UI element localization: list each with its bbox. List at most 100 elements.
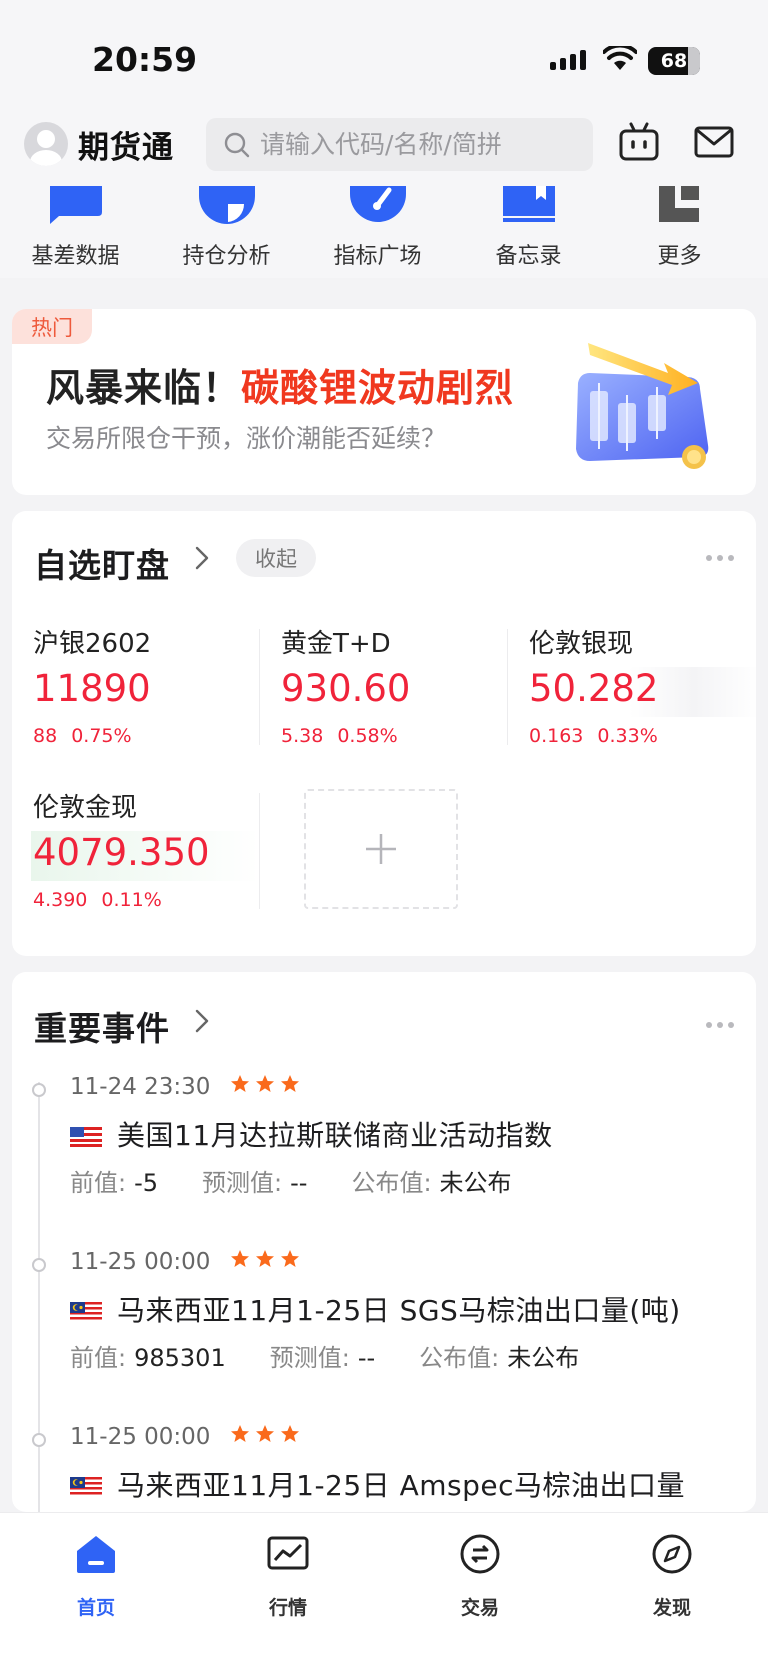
pie-chart-icon xyxy=(198,186,255,224)
event-values: 前值: 985301 预测值: -- 公布值: 未公布 xyxy=(70,1338,579,1373)
quote-price: 50.282 xyxy=(529,667,659,710)
chevron-right-icon[interactable] xyxy=(194,545,210,571)
event-item[interactable]: 11-25 00:00 马来西亚11月1-25日 Amspec马棕油出口量 xyxy=(12,1424,756,1512)
banner-subtitle: 交易所限仓干预，涨价潮能否延续？ xyxy=(46,424,447,453)
event-title: 美国11月达拉斯联储商业活动指数 xyxy=(117,1119,553,1152)
importance-stars xyxy=(230,1249,300,1269)
quote-change: 4.390 0.11% xyxy=(33,889,162,911)
home-icon xyxy=(77,1536,115,1573)
events-card: 重要事件 11-24 23:30 美国11月达拉斯联储商业活动指数 前值: -5 … xyxy=(12,972,756,1512)
change-value: 88 xyxy=(33,725,58,747)
prev-value-group: 前值: 985301 xyxy=(70,1338,226,1373)
quote-price: 11890 xyxy=(33,667,151,710)
watchlist-card: 自选盯盘 收起 沪银2602 11890 88 0.75% 黄金T+D 930.6… xyxy=(12,511,759,956)
star-icon xyxy=(256,1250,274,1267)
compass-icon xyxy=(652,1534,692,1574)
status-time: 20:59 xyxy=(92,40,198,79)
more-options-icon[interactable] xyxy=(706,555,734,561)
events-title[interactable]: 重要事件 xyxy=(34,1002,170,1050)
shortcut-indicator-square[interactable]: 指标广场 xyxy=(302,186,453,278)
more-grid-icon xyxy=(658,186,699,222)
tab-label: 首页 xyxy=(76,1597,115,1619)
star-icon xyxy=(231,1075,249,1092)
divider xyxy=(259,793,260,909)
tab-home[interactable]: 首页 xyxy=(0,1513,192,1670)
quote-price: 930.60 xyxy=(281,667,411,710)
star-icon xyxy=(281,1250,299,1267)
star-icon xyxy=(231,1250,249,1267)
star-icon xyxy=(256,1075,274,1092)
shortcut-label: 备忘录 xyxy=(495,244,562,269)
value: -5 xyxy=(134,1169,159,1197)
tab-trade[interactable]: 交易 xyxy=(384,1513,576,1670)
label: 预测值: xyxy=(202,1169,283,1197)
cellular-signal-icon xyxy=(550,50,586,70)
event-title: 马来西亚11月1-25日 Amspec马棕油出口量 xyxy=(117,1469,685,1502)
headline-highlight: 碳酸锂波动剧烈 xyxy=(241,366,515,410)
event-values: 前值: -5 预测值: -- 公布值: 未公布 xyxy=(70,1163,512,1198)
shortcut-row: 基差数据 持仓分析 指标广场 备忘录 更多 xyxy=(0,186,768,278)
event-item[interactable]: 11-24 23:30 美国11月达拉斯联储商业活动指数 前值: -5 预测值: -… xyxy=(12,1074,756,1244)
malaysia-flag-icon xyxy=(70,1477,102,1497)
shortcut-basis-data[interactable]: 基差数据 xyxy=(0,186,151,278)
event-time: 11-25 00:00 xyxy=(70,1424,211,1450)
prev-value-group: 前值: -5 xyxy=(70,1163,158,1198)
more-options-icon[interactable] xyxy=(706,1022,734,1028)
change-percent: 0.75% xyxy=(71,725,132,747)
search-box[interactable] xyxy=(206,118,593,171)
quote-gold-td[interactable]: 黄金T+D 930.60 5.38 0.58% xyxy=(281,623,513,753)
label: 预测值: xyxy=(269,1344,350,1372)
add-quote-button[interactable] xyxy=(304,789,458,909)
shortcut-more[interactable]: 更多 xyxy=(604,186,755,278)
change-percent: 0.58% xyxy=(337,725,398,747)
change-percent: 0.33% xyxy=(597,725,658,747)
hot-badge: 热门 xyxy=(12,309,92,344)
mail-icon[interactable] xyxy=(694,126,734,158)
quote-london-gold[interactable]: 伦敦金现 4079.350 4.390 0.11% xyxy=(31,787,265,917)
search-icon xyxy=(224,132,250,157)
robot-assistant-icon[interactable] xyxy=(618,122,660,162)
actual-value-group: 公布值: 未公布 xyxy=(351,1163,511,1198)
avatar[interactable] xyxy=(24,122,68,166)
tab-discover[interactable]: 发现 xyxy=(576,1513,768,1670)
importance-stars xyxy=(230,1074,300,1094)
candlestick-chart-illustration-icon xyxy=(576,343,709,469)
tab-market[interactable]: 行情 xyxy=(192,1513,384,1670)
value: -- xyxy=(357,1344,376,1372)
timeline-node xyxy=(32,1083,46,1097)
actual-value-group: 公布值: 未公布 xyxy=(419,1338,579,1373)
forecast-value-group: 预测值: -- xyxy=(270,1338,375,1373)
quote-change: 5.38 0.58% xyxy=(281,725,398,747)
label: 公布值: xyxy=(419,1344,500,1372)
malaysia-flag-icon xyxy=(70,1302,102,1322)
app-name: 期货通 xyxy=(78,130,174,166)
promo-banner[interactable]: 热门 风暴来临！碳酸锂波动剧烈 交易所限仓干预，涨价潮能否延续？ xyxy=(12,309,756,495)
quote-london-silver[interactable]: 伦敦银现 50.282 0.163 0.33% xyxy=(529,623,761,753)
search-input[interactable] xyxy=(260,130,570,159)
collapse-button[interactable]: 收起 xyxy=(236,539,316,577)
us-flag-icon xyxy=(70,1127,102,1147)
shortcut-position-analysis[interactable]: 持仓分析 xyxy=(151,186,302,278)
quote-name: 黄金T+D xyxy=(281,629,391,659)
watchlist-title[interactable]: 自选盯盘 xyxy=(34,539,170,587)
battery-level: 68 xyxy=(660,50,688,72)
shortcut-memo[interactable]: 备忘录 xyxy=(453,186,604,278)
quote-silver-2602[interactable]: 沪银2602 11890 88 0.75% xyxy=(33,623,265,753)
quote-name: 伦敦金现 xyxy=(33,793,138,823)
forecast-value-group: 预测值: -- xyxy=(202,1163,307,1198)
quote-name: 伦敦银现 xyxy=(529,629,634,659)
event-item[interactable]: 11-25 00:00 马来西亚11月1-25日 SGS马棕油出口量(吨) 前值… xyxy=(12,1249,756,1419)
status-bar: 20:59 68 xyxy=(0,0,768,118)
star-icon xyxy=(231,1425,249,1442)
chat-square-icon xyxy=(49,186,102,224)
chevron-right-icon[interactable] xyxy=(194,1008,210,1034)
bookmark-book-icon xyxy=(502,186,555,222)
wifi-icon xyxy=(603,46,637,70)
timeline-node xyxy=(32,1433,46,1447)
value: 未公布 xyxy=(507,1344,580,1372)
quote-name: 沪银2602 xyxy=(33,629,152,659)
quote-price: 4079.350 xyxy=(33,831,210,874)
value: 未公布 xyxy=(439,1169,512,1197)
gauge-icon xyxy=(349,186,406,222)
value: -- xyxy=(290,1169,308,1197)
